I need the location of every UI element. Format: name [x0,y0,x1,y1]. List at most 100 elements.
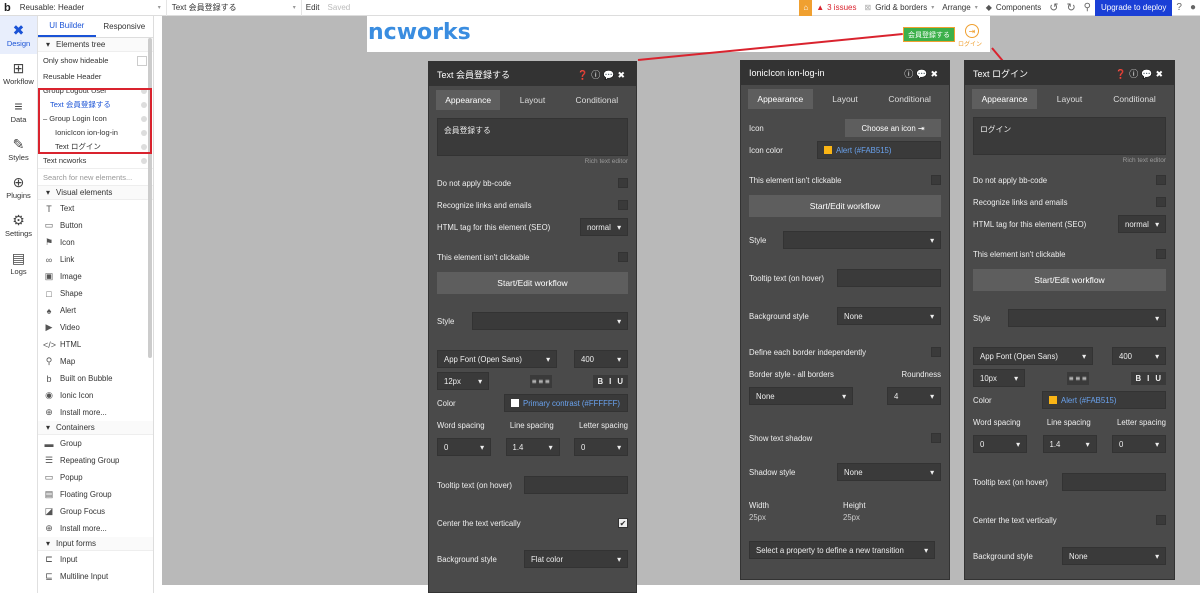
element-item[interactable]: ▬ Group [38,435,153,452]
nav-workflow[interactable]: ⊞ Workflow [0,54,37,92]
visual-elements-header[interactable]: ▾ Visual elements [38,186,153,200]
element-item[interactable]: ∞ Link [38,251,153,268]
tooltip-input[interactable] [837,269,941,287]
text-content-input[interactable]: ログイン [973,117,1166,155]
nav-plugins[interactable]: ⊕ Plugins [0,168,37,206]
workflow-button[interactable]: Start/Edit workflow [973,269,1166,291]
nav-settings[interactable]: ⚙ Settings [0,206,37,244]
element-item[interactable]: ◪ Group Focus [38,503,153,520]
bold-icon[interactable]: B [1136,374,1142,383]
containers-header[interactable]: ▾ Containers [38,421,153,435]
element-item[interactable]: ▭ Popup [38,469,153,486]
element-item[interactable]: ⚑ Icon [38,234,153,251]
panel-header-icons[interactable]: ⓘ💬✖ [904,67,941,80]
font-dropdown[interactable]: App Font (Open Sans) ▾ [437,350,557,368]
choose-icon-button[interactable]: Choose an icon ⇥ [845,119,941,137]
color-picker[interactable]: Alert (#FAB515) [1042,391,1166,409]
element-item[interactable]: ⊕ Install more... [38,404,153,421]
weight-dropdown[interactable]: 400 ▾ [1112,347,1166,365]
undo-icon[interactable]: ↺ [1045,0,1062,16]
logo-text[interactable]: ncworks [368,20,471,45]
border-style-dropdown[interactable]: None ▾ [749,387,853,405]
size-dropdown[interactable]: 12px ▾ [437,372,489,390]
help-icon[interactable]: ? [1172,0,1186,16]
align-right-icon[interactable]: ≡ [545,377,550,386]
bg-style-dropdown[interactable]: None ▾ [837,307,941,325]
element-item[interactable]: ▭ Button [38,217,153,234]
search-elements-input[interactable]: Search for new elements... [38,168,153,186]
element-item[interactable]: ◉ Ionic Icon [38,387,153,404]
login-text[interactable]: ログイン [958,39,982,48]
line-spacing-dropdown[interactable]: 1.4 ▾ [505,438,560,456]
element-item[interactable]: T Text [38,200,153,217]
element-item[interactable]: ▣ Image [38,268,153,285]
checkbox[interactable] [618,178,628,188]
tooltip-input[interactable] [1062,473,1166,491]
element-item[interactable]: ☰ Repeating Group [38,452,153,469]
align-left-icon[interactable]: ≡ [532,377,537,386]
workflow-button[interactable]: Start/Edit workflow [437,272,628,294]
checkbox[interactable] [1156,249,1166,259]
rich-text-label[interactable]: Rich text editor [973,155,1166,167]
element-item[interactable]: ♠ Alert [38,302,153,319]
italic-icon[interactable]: I [609,377,611,386]
checkbox[interactable] [618,252,628,262]
visibility-icon[interactable] [141,158,147,164]
workflow-button[interactable]: Start/Edit workflow [749,195,941,217]
checkbox[interactable] [1156,197,1166,207]
user-icon[interactable]: ● [1186,0,1200,16]
style-dropdown[interactable]: ▾ [783,231,941,249]
page-selector[interactable]: Reusable: Header ▾ [15,0,167,16]
element-item[interactable]: □ Shape [38,285,153,302]
word-spacing-dropdown[interactable]: 0 ▾ [973,435,1027,453]
checkbox[interactable] [931,433,941,443]
tree-item[interactable]: Text ncworks [38,154,153,168]
sidebar-scrollbar[interactable] [148,38,152,358]
input-forms-header[interactable]: ▾ Input forms [38,537,153,551]
nav-styles[interactable]: ✎ Styles [0,130,37,168]
tab-layout[interactable]: Layout [813,89,878,109]
checkbox[interactable] [137,56,147,66]
only-show-hideable[interactable]: Only show hideable [38,52,153,70]
tab-conditional[interactable]: Conditional [877,89,942,109]
grid-button[interactable]: ⊠ Grid & borders ▾ [860,0,938,16]
issues-button[interactable]: ▲ 3 issues [812,0,860,16]
rich-text-label[interactable]: Rich text editor [437,156,628,168]
search-icon[interactable]: ⚲ [1080,0,1095,16]
arrange-button[interactable]: Arrange ▾ [938,0,981,16]
bold-icon[interactable]: B [598,377,604,386]
tab-appearance[interactable]: Appearance [436,90,501,110]
gift-icon[interactable]: ⌂ [799,0,813,16]
tooltip-input[interactable] [524,476,628,494]
bg-style-dropdown[interactable]: None ▾ [1062,547,1166,565]
tab-appearance[interactable]: Appearance [748,89,813,109]
transition-dropdown[interactable]: Select a property to define a new transi… [749,541,935,559]
font-dropdown[interactable]: App Font (Open Sans) ▾ [973,347,1093,365]
element-item[interactable]: b Built on Bubble [38,370,153,387]
components-button[interactable]: ◆ Components [982,0,1046,16]
align-left-icon[interactable]: ≡ [1069,374,1074,383]
checkbox[interactable] [931,175,941,185]
checkbox-checked[interactable]: ✔ [618,518,628,528]
bubble-logo[interactable]: b [0,0,15,16]
nav-logs[interactable]: ▤ Logs [0,244,37,282]
checkbox[interactable] [618,200,628,210]
format-buttons[interactable]: BIU [1130,371,1166,385]
element-item[interactable]: ⊑ Multiline Input [38,568,153,585]
underline-icon[interactable]: U [617,377,623,386]
size-dropdown[interactable]: 10px ▾ [973,369,1025,387]
element-item[interactable]: ⊕ Install more... [38,520,153,537]
element-selector[interactable]: Text 会員登録する ▾ [167,0,302,16]
element-item[interactable]: ▤ Floating Group [38,486,153,503]
italic-icon[interactable]: I [1147,374,1149,383]
tab-conditional[interactable]: Conditional [565,90,629,110]
bg-style-dropdown[interactable]: Flat color ▾ [524,550,628,568]
redo-icon[interactable]: ↻ [1062,0,1079,16]
align-center-icon[interactable]: ≡ [538,377,543,386]
tab-layout[interactable]: Layout [1037,89,1102,109]
tab-conditional[interactable]: Conditional [1102,89,1167,109]
icon-color-picker[interactable]: Alert (#FAB515) [817,141,941,159]
panel-header-icons[interactable]: ❓ⓘ💬✖ [1115,67,1166,80]
login-icon[interactable]: ⇥ [965,24,979,38]
style-dropdown[interactable]: ▾ [1008,309,1166,327]
